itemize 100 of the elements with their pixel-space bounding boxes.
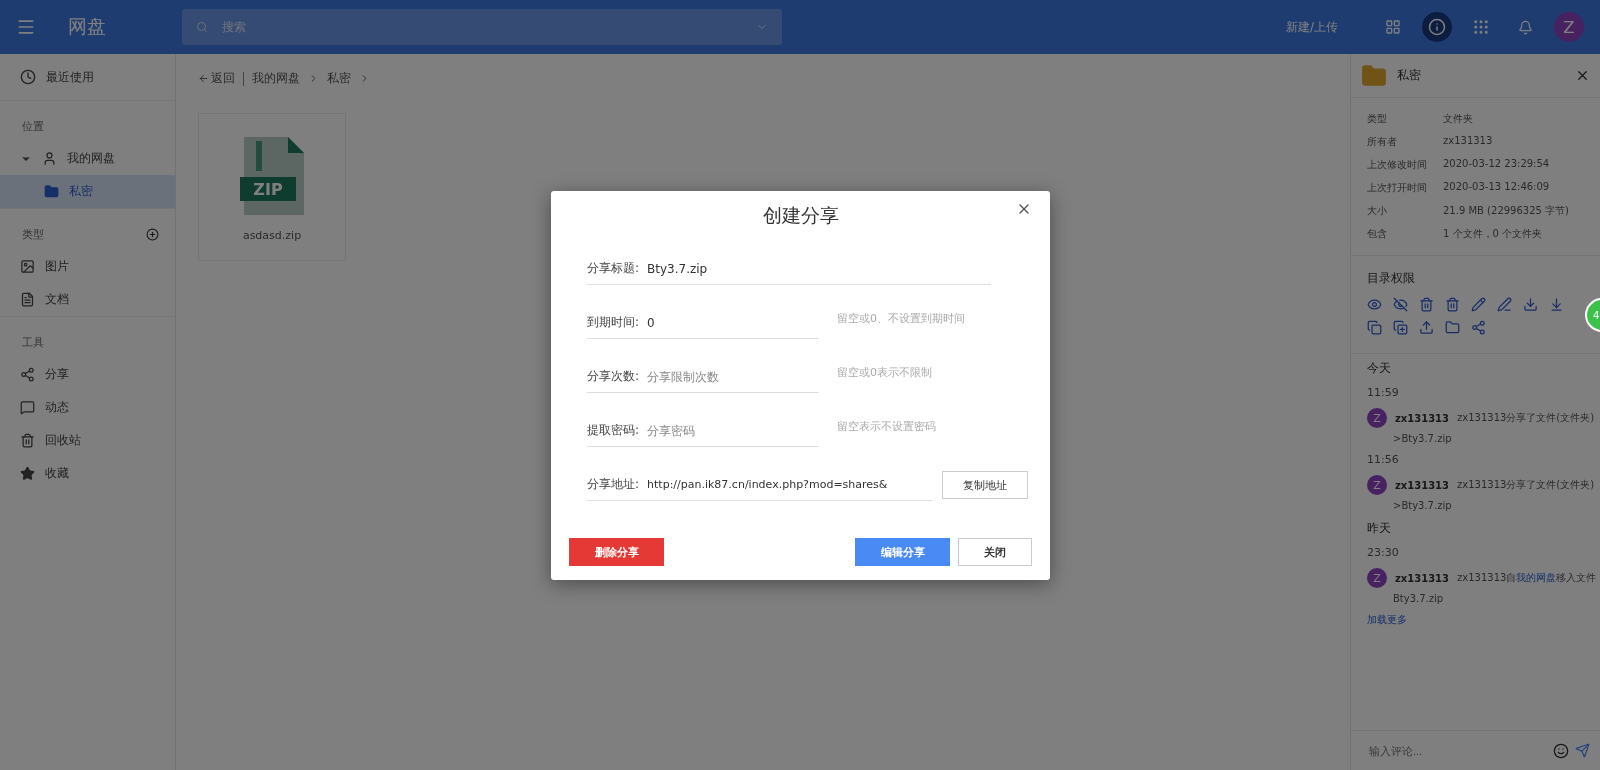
download-icon[interactable]: [1523, 297, 1538, 312]
copy-icon[interactable]: [1367, 320, 1382, 335]
folder-tree-item[interactable]: 私密: [0, 175, 175, 208]
property-value: zx131313: [1443, 135, 1494, 148]
field-hint: 留空或0、不设置到期时间: [837, 310, 965, 326]
star-icon: [20, 466, 35, 481]
section-title: 目录权限: [1366, 270, 1416, 287]
download-icon[interactable]: [1549, 297, 1564, 312]
activity-message: zx131313分享了文件(文件夹): [1457, 411, 1595, 425]
apps-grid-icon: [1472, 18, 1490, 36]
field-label: 分享次数:: [587, 368, 640, 385]
sidebar-item[interactable]: 收藏: [0, 457, 175, 490]
user-name: zx131313: [1395, 572, 1450, 584]
user-avatar: Z: [1367, 568, 1387, 588]
info-button[interactable]: [1422, 12, 1452, 42]
breadcrumb-link[interactable]: 私密: [327, 70, 351, 87]
trash-icon: [20, 433, 35, 448]
activity-time: 23:30: [1367, 546, 1400, 559]
file-card[interactable]: ZIP asdasd.zip: [198, 113, 346, 261]
trash-icon[interactable]: [1445, 297, 1460, 312]
breadcrumb-link[interactable]: 我的网盘: [252, 70, 300, 87]
upload-icon[interactable]: [1419, 320, 1434, 335]
document-icon: [20, 292, 35, 307]
info-icon: [1428, 18, 1446, 36]
eye-icon[interactable]: [1393, 297, 1408, 312]
activity-message: zx131313分享了文件(文件夹): [1457, 478, 1595, 492]
close-button[interactable]: 关闭: [958, 538, 1032, 566]
sidebar-item[interactable]: 动态: [0, 391, 175, 424]
user-avatar: Z: [1367, 408, 1387, 428]
arrow-left-icon: [198, 73, 209, 84]
sidebar-item[interactable]: 图片: [0, 250, 175, 283]
folder-link[interactable]: 我的网盘: [1516, 572, 1557, 583]
property-label: 所有者: [1367, 135, 1398, 149]
bell-icon: [1517, 19, 1533, 35]
day-heading: 昨天: [1367, 520, 1392, 537]
file-name: asdasd.zip: [242, 228, 302, 242]
menu-icon[interactable]: [16, 17, 36, 37]
activity-time: 11:59: [1367, 386, 1400, 399]
close-icon[interactable]: [1575, 68, 1590, 83]
trash-icon[interactable]: [1419, 297, 1434, 312]
property-value: 文件夹: [1443, 112, 1474, 126]
field-hint: 留空或0表示不限制: [837, 364, 932, 380]
share-icon: [20, 367, 35, 382]
field-label: 分享标题:: [587, 260, 640, 277]
property-value: 21.9 MB (22996325 字节): [1443, 204, 1570, 218]
day-heading: 今天: [1367, 360, 1392, 377]
search-icon: [196, 21, 208, 33]
eye-icon[interactable]: [1367, 297, 1382, 312]
field-label: 到期时间:: [587, 314, 640, 331]
grid-icon: [1385, 19, 1401, 35]
copy-address-button[interactable]: 复制地址: [942, 471, 1028, 499]
sidebar-item[interactable]: 回收站: [0, 424, 175, 457]
app-title: 网盘: [68, 14, 107, 39]
section-title: 类型: [22, 227, 44, 242]
field-label: 分享地址:: [587, 476, 640, 493]
edit-share-button[interactable]: 编辑分享: [855, 538, 950, 566]
property-label: 类型: [1367, 112, 1388, 126]
sidebar-item[interactable]: 分享: [0, 358, 175, 391]
user-name: zx131313: [1395, 412, 1450, 424]
emoji-icon[interactable]: [1553, 742, 1569, 759]
back-link[interactable]: 返回: [198, 70, 235, 87]
user-name: zx131313: [1395, 479, 1450, 491]
share-icon[interactable]: [1471, 320, 1486, 335]
sidebar-item[interactable]: 最近使用: [0, 54, 175, 100]
property-value: 1 个文件，0 个文件夹: [1443, 227, 1544, 241]
copy-icon[interactable]: [1393, 320, 1408, 335]
folder-icon[interactable]: [1445, 320, 1460, 335]
folder-icon: [44, 184, 59, 199]
field-hint: 留空表示不设置密码: [837, 418, 936, 434]
floating-badge[interactable]: 4: [1585, 298, 1600, 332]
pencil-icon[interactable]: [1471, 297, 1486, 312]
load-more-link[interactable]: 加载更多: [1367, 613, 1584, 627]
sidebar-item[interactable]: 文档: [0, 283, 175, 316]
send-icon[interactable]: [1575, 743, 1590, 758]
delete-share-button[interactable]: 删除分享: [569, 538, 664, 566]
property-label: 包含: [1367, 227, 1388, 241]
activity-file: >Bty3.7.zip: [1392, 500, 1453, 511]
folder-icon: [1361, 62, 1387, 89]
person-icon: [42, 151, 57, 166]
clock-icon: [20, 69, 36, 85]
section-title: 位置: [22, 119, 44, 134]
activity-message: zx131313自我的网盘移入文件: [1457, 571, 1597, 585]
activity-file: Bty3.7.zip: [1392, 593, 1445, 604]
image-icon: [20, 259, 35, 274]
property-value: 2020-03-13 12:46:09: [1443, 181, 1551, 194]
section-title: 工具: [22, 335, 44, 350]
property-value: 2020-03-12 23:29:54: [1443, 158, 1551, 171]
user-avatar: Z: [1367, 475, 1387, 495]
folder-tree-item[interactable]: 我的网盘: [0, 142, 175, 175]
property-label: 大小: [1367, 204, 1388, 218]
chat-icon: [20, 400, 35, 415]
field-label: 提取密码:: [587, 422, 640, 439]
new-upload-button[interactable]: 新建/上传: [1279, 17, 1344, 37]
user-avatar[interactable]: Z: [1554, 12, 1584, 42]
add-icon[interactable]: [146, 228, 159, 241]
activity-time: 11:56: [1367, 453, 1400, 466]
dialog-title: 创建分享: [762, 203, 839, 228]
activity-file: >Bty3.7.zip: [1392, 433, 1453, 444]
panel-title: 私密: [1397, 67, 1422, 84]
pencil-icon[interactable]: [1497, 297, 1512, 312]
